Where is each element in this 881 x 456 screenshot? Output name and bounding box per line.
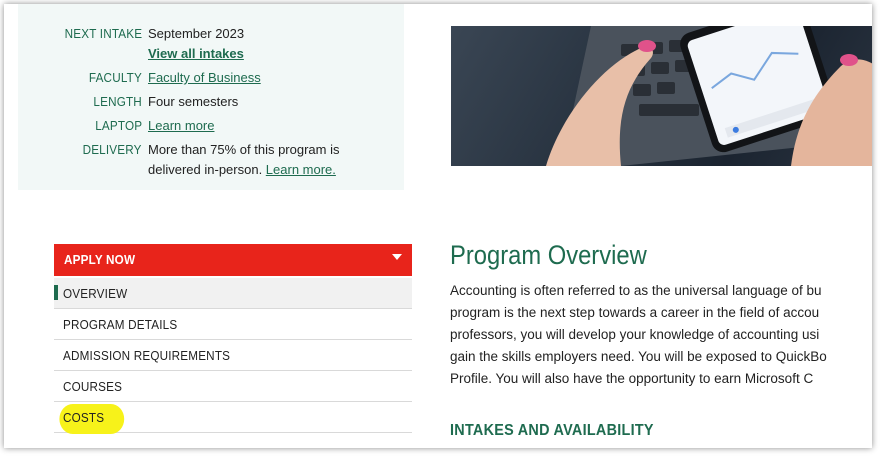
overview-line: Accounting is often referred to as the u…: [450, 283, 822, 298]
nav-item-label: COURSES: [63, 379, 123, 394]
nav-item-label: OVERVIEW: [63, 286, 128, 301]
apply-now-label: APPLY NOW: [64, 252, 136, 267]
view-all-intakes-link[interactable]: View all intakes: [148, 44, 244, 63]
delivery-value-line2: delivered in-person. Learn more.: [148, 160, 336, 179]
page-title: Program Overview: [450, 240, 647, 270]
laptop-learn-more-link[interactable]: Learn more: [148, 116, 214, 135]
delivery-label: DELIVERY: [82, 142, 142, 157]
intakes-heading: INTAKES AND AVAILABILITY: [450, 422, 654, 439]
overview-line: program is the next step towards a caree…: [450, 305, 820, 320]
apply-now-button[interactable]: APPLY NOW: [54, 244, 412, 276]
next-intake-label: NEXT INTAKE: [64, 26, 142, 41]
overview-line: professors, you will develop your knowle…: [450, 327, 820, 342]
delivery-value-prefix: delivered in-person.: [148, 162, 266, 177]
length-label: LENGTH: [93, 94, 142, 109]
delivery-learn-more-link[interactable]: Learn more.: [266, 162, 336, 177]
chevron-down-icon: [392, 254, 402, 260]
nav-item-costs[interactable]: COSTS: [54, 402, 412, 434]
program-photo: [451, 26, 872, 166]
laptop-label: LAPTOP: [94, 118, 142, 133]
page-frame: NEXT INTAKE September 2023 View all inta…: [4, 4, 872, 448]
nav-item-admission-requirements[interactable]: ADMISSION REQUIREMENTS: [54, 340, 412, 371]
next-intake-value: September 2023: [148, 26, 245, 41]
program-info-panel: NEXT INTAKE September 2023 View all inta…: [18, 4, 404, 190]
faculty-of-business-link[interactable]: Faculty of Business: [148, 68, 261, 87]
nav-item-program-details[interactable]: PROGRAM DETAILS: [54, 309, 412, 340]
nav-item-label: ADMISSION REQUIREMENTS: [63, 348, 231, 363]
overview-paragraph: Accounting is often referred to as the u…: [450, 280, 872, 390]
active-indicator: [54, 285, 58, 300]
delivery-value-line1: More than 75% of this program is: [148, 142, 340, 157]
nav-item-label: PROGRAM DETAILS: [63, 317, 178, 332]
nav-item-overview[interactable]: OVERVIEW: [54, 278, 412, 309]
costs-label-text: COSTS: [63, 410, 105, 425]
length-value: Four semesters: [148, 94, 239, 109]
nav-item-label: COSTS: [59, 404, 125, 434]
overview-line: gain the skills employers need. You will…: [450, 349, 827, 364]
nav-item-courses[interactable]: COURSES: [54, 371, 412, 402]
overview-line: Profile. You will also have the opportun…: [450, 371, 814, 386]
faculty-label: FACULTY: [88, 70, 142, 85]
phone-laptop-illustration: [546, 26, 872, 166]
